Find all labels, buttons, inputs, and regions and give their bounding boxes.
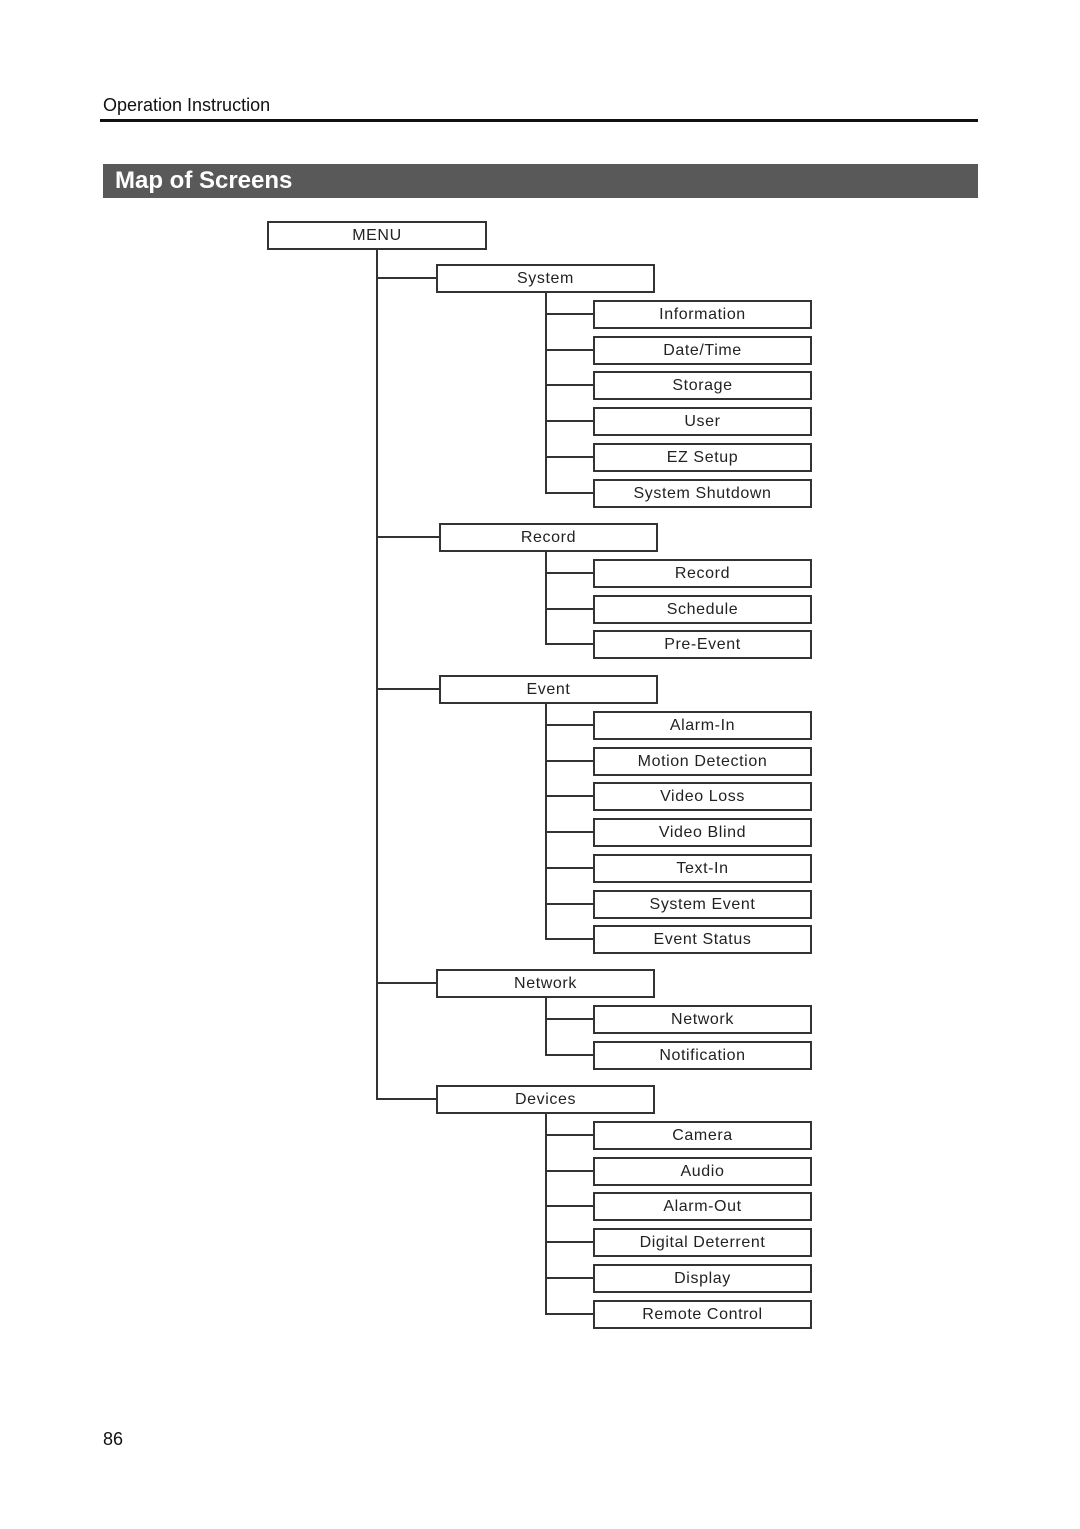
menu-group-node: Network	[436, 969, 655, 998]
menu-item-node: User	[593, 407, 812, 436]
page-number: 86	[103, 1429, 124, 1449]
connector-line	[545, 760, 593, 762]
section-title-bar: Map of Screens	[103, 164, 978, 198]
menu-group-node: Record	[439, 523, 658, 552]
menu-item-node: Alarm-Out	[593, 1192, 812, 1221]
connector-line	[545, 1205, 593, 1207]
connector-line	[376, 249, 378, 1100]
connector-line	[545, 492, 593, 494]
menu-item-node: Motion Detection	[593, 747, 812, 776]
menu-item-node: System Shutdown	[593, 479, 812, 508]
connector-line	[545, 867, 593, 869]
connector-line	[545, 724, 593, 726]
connector-line	[545, 1313, 593, 1315]
connector-line	[545, 703, 547, 940]
connector-line	[545, 608, 593, 610]
connector-line	[545, 1170, 593, 1172]
connector-line	[545, 572, 593, 574]
connector-line	[376, 982, 436, 984]
connector-line	[376, 1098, 436, 1100]
connector-line	[545, 903, 593, 905]
menu-item-node: Storage	[593, 371, 812, 400]
connector-line	[545, 292, 547, 494]
connector-line	[545, 313, 593, 315]
connector-line	[545, 1054, 593, 1056]
menu-item-node: Notification	[593, 1041, 812, 1070]
menu-item-node: Network	[593, 1005, 812, 1034]
menu-item-node: Video Loss	[593, 782, 812, 811]
connector-line	[545, 384, 593, 386]
connector-line	[545, 420, 593, 422]
connector-line	[545, 795, 593, 797]
connector-line	[545, 456, 593, 458]
menu-item-node: EZ Setup	[593, 443, 812, 472]
menu-item-node: Text-In	[593, 854, 812, 883]
connector-line	[545, 1113, 547, 1315]
connector-line	[545, 1241, 593, 1243]
header-rule	[100, 119, 978, 122]
menu-item-node: Alarm-In	[593, 711, 812, 740]
connector-line	[545, 1277, 593, 1279]
menu-item-node: Digital Deterrent	[593, 1228, 812, 1257]
menu-item-node: Remote Control	[593, 1300, 812, 1329]
menu-item-node: Video Blind	[593, 818, 812, 847]
menu-item-node: Camera	[593, 1121, 812, 1150]
connector-line	[376, 688, 439, 690]
connector-line	[545, 1134, 593, 1136]
connector-line	[545, 551, 547, 645]
menu-item-node: Information	[593, 300, 812, 329]
connector-line	[376, 277, 436, 279]
menu-item-node: Date/Time	[593, 336, 812, 365]
connector-line	[545, 349, 593, 351]
connector-line	[545, 831, 593, 833]
menu-group-node: Devices	[436, 1085, 655, 1114]
connector-line	[376, 536, 439, 538]
menu-item-node: System Event	[593, 890, 812, 919]
section-title: Map of Screens	[115, 167, 293, 194]
menu-group-node: System	[436, 264, 655, 293]
menu-item-node: Record	[593, 559, 812, 588]
menu-item-node: Event Status	[593, 925, 812, 954]
connector-line	[545, 643, 593, 645]
menu-item-node: Audio	[593, 1157, 812, 1186]
menu-item-node: Pre-Event	[593, 630, 812, 659]
connector-line	[545, 1018, 593, 1020]
connector-line	[545, 938, 593, 940]
connector-line	[545, 997, 547, 1056]
page-header: Operation Instruction	[103, 95, 271, 115]
menu-root-node: MENU	[267, 221, 487, 250]
menu-group-node: Event	[439, 675, 658, 704]
menu-item-node: Display	[593, 1264, 812, 1293]
menu-item-node: Schedule	[593, 595, 812, 624]
